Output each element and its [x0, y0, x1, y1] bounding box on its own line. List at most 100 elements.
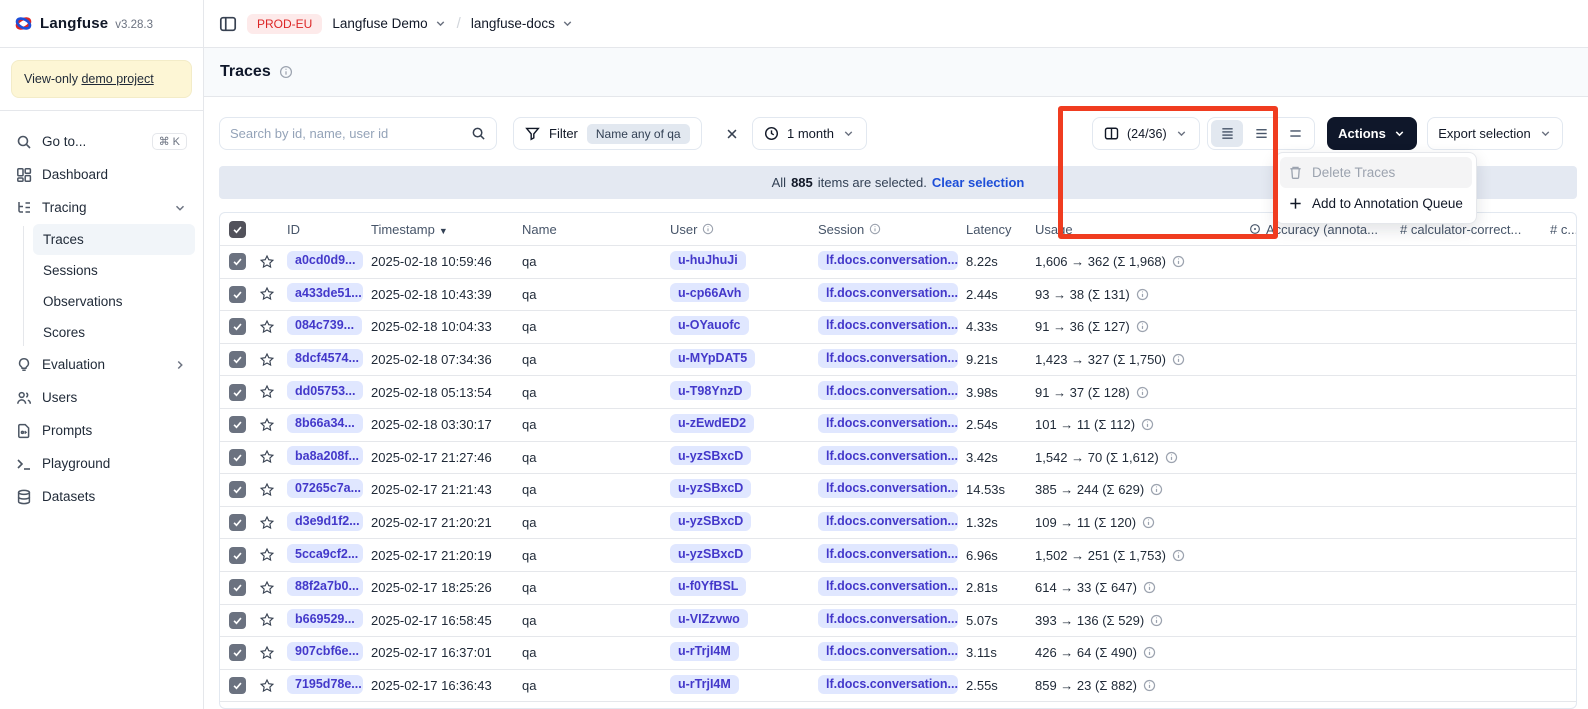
trace-id-badge[interactable]: 084c739... — [287, 316, 362, 335]
session-badge[interactable]: lf.docs.conversation... — [818, 544, 958, 563]
user-badge[interactable]: u-VIZzvwo — [670, 609, 748, 628]
info-icon[interactable] — [1143, 581, 1156, 594]
session-badge[interactable]: lf.docs.conversation.... — [818, 642, 958, 661]
info-icon[interactable] — [1136, 288, 1149, 301]
trace-id-badge[interactable]: a433de51... — [287, 283, 363, 302]
table-row[interactable]: d3e9d1f2... 2025-02-17 21:20:21 qa u-yzS… — [220, 507, 1576, 540]
user-badge[interactable]: u-yzSBxcD — [670, 479, 751, 498]
info-icon[interactable] — [1150, 614, 1163, 627]
info-icon[interactable] — [1136, 386, 1149, 399]
session-badge[interactable]: lf.docs.conversation... — [818, 251, 958, 270]
table-row[interactable]: a433de51... 2025-02-18 10:43:39 qa u-cp6… — [220, 279, 1576, 312]
row-checkbox[interactable] — [229, 514, 246, 531]
user-badge[interactable]: u-yzSBxcD — [670, 544, 751, 563]
user-badge[interactable]: u-yzSBxcD — [670, 512, 751, 531]
row-checkbox[interactable] — [229, 253, 246, 270]
row-checkbox[interactable] — [229, 449, 246, 466]
info-icon[interactable] — [1172, 549, 1185, 562]
header-id[interactable]: ID — [283, 222, 367, 237]
sidebar-item-traces[interactable]: Traces — [33, 224, 195, 255]
session-badge[interactable]: lf.docs.conversation... — [818, 577, 958, 596]
table-row[interactable]: dd05753... 2025-02-18 05:13:54 qa u-T98Y… — [220, 376, 1576, 409]
trace-id-badge[interactable]: 88f2a7b0... — [287, 577, 363, 596]
user-badge[interactable]: u-zEwdED2 — [670, 414, 754, 433]
row-checkbox[interactable] — [229, 384, 246, 401]
row-checkbox[interactable] — [229, 286, 246, 303]
info-icon[interactable] — [1165, 451, 1178, 464]
user-badge[interactable]: u-huJhuJi — [670, 251, 746, 270]
info-icon[interactable] — [1141, 418, 1154, 431]
table-row[interactable]: 084c739... 2025-02-18 10:04:33 qa u-OYau… — [220, 311, 1576, 344]
session-badge[interactable]: lf.docs.conversation... — [818, 479, 958, 498]
trace-id-badge[interactable]: 8b66a34... — [287, 414, 363, 433]
star-icon[interactable] — [259, 482, 275, 498]
table-row[interactable]: 5cca9cf2... 2025-02-17 21:20:19 qa u-yzS… — [220, 539, 1576, 572]
info-icon[interactable] — [279, 65, 293, 79]
trace-id-badge[interactable]: ba8a208f... — [287, 446, 363, 465]
sidebar-item-datasets[interactable]: Datasets — [8, 480, 195, 513]
sidebar-item-users[interactable]: Users — [8, 381, 195, 414]
sidebar-item-prompts[interactable]: Prompts — [8, 414, 195, 447]
star-icon[interactable] — [259, 612, 275, 628]
clear-selection-link[interactable]: Clear selection — [932, 175, 1025, 190]
filter-button[interactable]: Filter Name any of qa — [513, 117, 702, 150]
user-badge[interactable]: u-yzSBxcD — [670, 446, 751, 465]
session-badge[interactable]: lf.docs.conversation... — [818, 512, 958, 531]
info-icon[interactable] — [1143, 679, 1156, 692]
sidebar-item-scores[interactable]: Scores — [33, 317, 195, 348]
user-badge[interactable]: u-T98YnzD — [670, 381, 751, 400]
row-checkbox[interactable] — [229, 579, 246, 596]
trace-id-badge[interactable]: 907cbf6e... — [287, 642, 363, 661]
sidebar-item-goto[interactable]: Go to... ⌘ K — [8, 125, 195, 158]
star-icon[interactable] — [259, 286, 275, 302]
sidebar-item-evaluation[interactable]: Evaluation — [8, 348, 195, 381]
export-selection-button[interactable]: Export selection — [1427, 117, 1563, 150]
header-timestamp[interactable]: Timestamp▼ — [367, 222, 518, 237]
star-icon[interactable] — [259, 352, 275, 368]
trace-id-badge[interactable]: 07265c7a... — [287, 479, 363, 498]
info-icon[interactable] — [1142, 516, 1155, 529]
star-icon[interactable] — [259, 449, 275, 465]
row-checkbox[interactable] — [229, 351, 246, 368]
trace-id-badge[interactable]: 7195d78e... — [287, 675, 363, 694]
row-height-small-button[interactable] — [1211, 120, 1243, 147]
demo-project-link[interactable]: demo project — [81, 72, 153, 86]
star-icon[interactable] — [259, 547, 275, 563]
sidebar-item-observations[interactable]: Observations — [33, 286, 195, 317]
info-icon[interactable] — [1143, 646, 1156, 659]
sidebar-item-dashboard[interactable]: Dashboard — [8, 158, 195, 191]
session-badge[interactable]: lf.docs.conversation.... — [818, 381, 958, 400]
star-icon[interactable] — [259, 384, 275, 400]
info-icon[interactable] — [1136, 320, 1149, 333]
star-icon[interactable] — [259, 645, 275, 661]
table-row[interactable]: b669529... 2025-02-17 16:58:45 qa u-VIZz… — [220, 605, 1576, 638]
column-visibility-button[interactable]: (24/36) — [1092, 117, 1200, 150]
table-row[interactable]: 907cbf6e... 2025-02-17 16:37:01 qa u-rTr… — [220, 637, 1576, 670]
table-row[interactable]: 8dcf4574... 2025-02-18 07:34:36 qa u-MYp… — [220, 344, 1576, 377]
trace-id-badge[interactable]: 8dcf4574... — [287, 349, 363, 368]
trace-id-badge[interactable]: 5cca9cf2... — [287, 544, 363, 563]
row-checkbox[interactable] — [229, 644, 246, 661]
header-session[interactable]: Session — [814, 222, 962, 237]
trace-id-badge[interactable]: d3e9d1f2... — [287, 512, 363, 531]
info-icon[interactable] — [1150, 483, 1163, 496]
info-icon[interactable] — [1172, 255, 1185, 268]
header-latency[interactable]: Latency — [962, 222, 1031, 237]
user-badge[interactable]: u-f0YfBSL — [670, 577, 746, 596]
row-height-medium-button[interactable] — [1245, 120, 1277, 147]
session-badge[interactable]: lf.docs.conversation.... — [818, 675, 958, 694]
sidebar-item-playground[interactable]: Playground — [8, 447, 195, 480]
session-badge[interactable]: lf.docs.conversation... — [818, 316, 958, 335]
table-row[interactable]: 88f2a7b0... 2025-02-17 18:25:26 qa u-f0Y… — [220, 572, 1576, 605]
menu-item-delete-traces[interactable]: Delete Traces — [1280, 157, 1472, 188]
row-height-large-button[interactable] — [1279, 120, 1311, 147]
search-icon[interactable] — [471, 126, 486, 141]
info-icon[interactable] — [1172, 353, 1185, 366]
trace-id-badge[interactable]: a0cd0d9... — [287, 251, 363, 270]
star-icon[interactable] — [259, 254, 275, 270]
session-badge[interactable]: lf.docs.conversation... — [818, 414, 958, 433]
row-checkbox[interactable] — [229, 677, 246, 694]
time-range-button[interactable]: 1 month — [752, 117, 867, 150]
search-input[interactable] — [230, 126, 450, 141]
header-usage[interactable]: Usage — [1031, 222, 1245, 237]
